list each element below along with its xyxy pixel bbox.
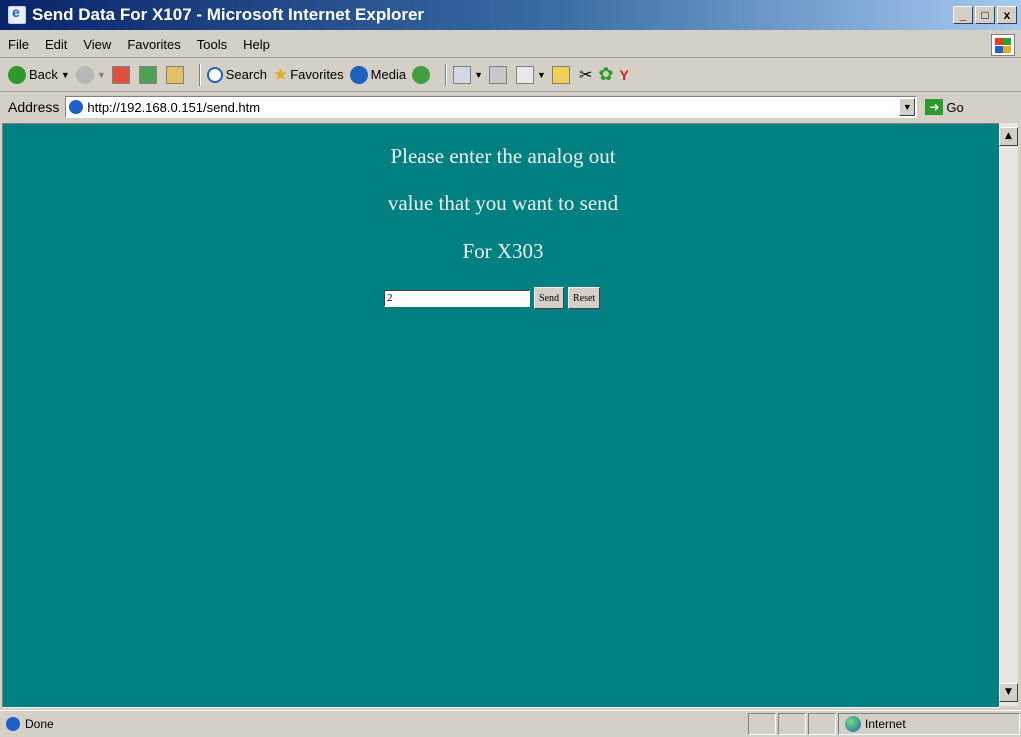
send-form: Send Reset (384, 287, 604, 309)
stop-icon (111, 65, 130, 84)
menu-file[interactable]: File (0, 37, 37, 52)
prompt-line-1: Please enter the analog out (390, 144, 616, 168)
address-label: Address (8, 99, 60, 115)
prompt-line-2: value that you want to send (387, 191, 619, 215)
edit-button[interactable]: ▼ (516, 65, 546, 84)
title-bar: Send Data For X107 - Microsoft Internet … (0, 0, 1021, 30)
globe-icon (845, 716, 861, 732)
search-icon (206, 66, 223, 83)
status-panes (748, 713, 838, 735)
close-button[interactable]: x (997, 6, 1017, 24)
prompt-line-3: For X303 (462, 239, 544, 263)
yahoo-button[interactable]: Y (619, 67, 628, 83)
menu-edit[interactable]: Edit (37, 37, 75, 52)
home-button[interactable] (165, 65, 187, 84)
send-button[interactable]: Send (534, 287, 564, 309)
security-zone: Internet (838, 713, 1020, 735)
search-button[interactable]: Search (206, 66, 267, 83)
messenger-button[interactable]: ✂ (579, 65, 592, 85)
status-text: Done (25, 717, 54, 731)
minimize-button[interactable]: _ (953, 6, 973, 24)
chevron-down-icon: ▼ (96, 69, 106, 80)
reset-button[interactable]: Reset (568, 287, 601, 309)
print-button[interactable] (489, 65, 510, 84)
media-button[interactable]: Media (349, 65, 406, 84)
maximize-button[interactable]: □ (975, 6, 995, 24)
menu-view[interactable]: View (75, 37, 119, 52)
flower-icon: ✿ (598, 64, 614, 84)
address-input[interactable]: http://192.168.0.151/send.htm ▼ (65, 96, 918, 118)
window-controls: _ □ x (953, 6, 1017, 24)
forward-arrow-icon (75, 65, 94, 84)
page-done-icon (6, 717, 20, 731)
yahoo-icon: Y (619, 66, 629, 83)
back-arrow-icon (8, 65, 26, 84)
menu-favorites[interactable]: Favorites (119, 37, 188, 52)
home-icon (165, 65, 184, 84)
discuss-button[interactable] (551, 65, 573, 84)
zone-label: Internet (865, 717, 906, 731)
chevron-down-icon: ▼ (537, 69, 546, 80)
go-arrow-icon: ➜ (925, 99, 944, 115)
edit-icon (516, 65, 535, 84)
address-bar: Address http://192.168.0.151/send.htm ▼ … (0, 93, 1021, 121)
icq-button[interactable]: ✿ (598, 64, 613, 85)
history-button[interactable] (412, 65, 433, 84)
history-icon (412, 65, 431, 84)
chevron-down-icon: ▼ (60, 69, 70, 80)
page-content: Please enter the analog out value that y… (2, 123, 1000, 708)
favorites-button[interactable]: ★ Favorites (273, 65, 344, 85)
mail-icon (453, 65, 472, 84)
media-icon (349, 65, 368, 84)
ie-app-icon[interactable] (8, 4, 26, 24)
toolbar-separator (445, 63, 448, 86)
scroll-down-button[interactable]: ▼ (999, 683, 1018, 702)
go-button[interactable]: ➜ Go (925, 99, 964, 115)
folder-icon (551, 65, 570, 84)
windows-logo-icon (991, 34, 1015, 56)
stop-button[interactable] (111, 65, 133, 84)
address-url: http://192.168.0.151/send.htm (87, 99, 261, 115)
status-pane (778, 713, 806, 735)
forward-button[interactable]: ▼ (75, 65, 106, 84)
menu-bar: File Edit View Favorites Tools Help (0, 31, 1021, 58)
analog-value-input[interactable] (384, 289, 530, 307)
vertical-scrollbar[interactable]: ▲ ▼ (999, 123, 1018, 706)
messenger-icon: ✂ (578, 66, 593, 84)
printer-icon (489, 65, 508, 84)
star-icon: ★ (272, 64, 289, 84)
standard-toolbar: Back ▼ ▼ Search ★ Favorites Media ▼ ▼ ✂ … (0, 58, 1021, 92)
refresh-icon (138, 65, 157, 84)
toolbar-separator (198, 63, 201, 86)
refresh-button[interactable] (138, 65, 160, 84)
page-icon (69, 100, 84, 114)
window-title: Send Data For X107 - Microsoft Internet … (32, 5, 425, 24)
back-button[interactable]: Back ▼ (8, 65, 70, 84)
menu-tools[interactable]: Tools (189, 37, 235, 52)
scroll-up-button[interactable]: ▲ (999, 127, 1018, 146)
chevron-down-icon: ▼ (474, 69, 484, 80)
mail-button[interactable]: ▼ (453, 65, 484, 84)
address-dropdown-button[interactable]: ▼ (899, 98, 916, 116)
status-pane (748, 713, 776, 735)
status-bar: Done Internet (0, 710, 1021, 737)
status-pane (808, 713, 836, 735)
menu-help[interactable]: Help (235, 37, 278, 52)
